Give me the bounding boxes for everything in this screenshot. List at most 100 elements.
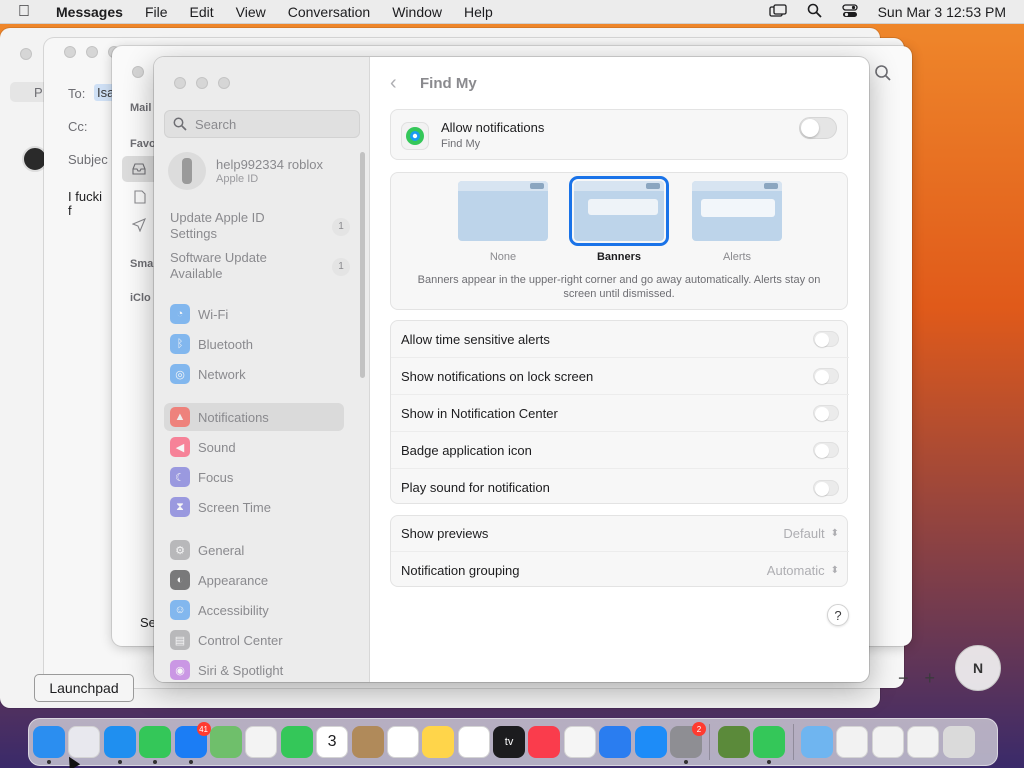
apple-menu-icon[interactable]:  [18,3,36,21]
allow-notifications-toggle[interactable] [799,117,837,139]
help-button[interactable]: ? [827,604,849,626]
sidebar-item-sound[interactable]: ◀ Sound [164,433,344,461]
clock[interactable]: Sun Mar 3 12:53 PM [878,4,1006,20]
page-title: Find My [420,74,477,92]
window-thumbnail-1-icon[interactable] [836,726,869,758]
find-my-app-icon [401,122,429,150]
sidebar-item-general[interactable]: ⚙ General [164,536,344,564]
zoom-button[interactable] [218,77,230,89]
sidebar-item-label: General [198,542,245,558]
style-option-alerts[interactable]: Alerts [692,181,782,263]
zoom-out-button[interactable]: − [898,668,909,689]
toggle-row: Show in Notification Center [391,395,849,432]
toggle-switch[interactable] [813,368,839,384]
menu-bar:  Messages File Edit View Conversation W… [0,0,1024,24]
close-button[interactable] [64,46,76,58]
zoom-in-button[interactable]: + [925,668,936,689]
close-button[interactable] [20,48,32,60]
window-thumbnail-3-icon[interactable] [907,726,940,758]
update-apple-id-notice[interactable]: Update Apple ID Settings 1 [170,210,350,242]
reminders-icon[interactable] [386,726,419,758]
finder-icon[interactable] [33,726,65,764]
toggle-switch[interactable] [813,479,839,496]
sidebar-item-label: Sound [198,439,236,455]
control-center-icon[interactable] [841,3,858,21]
sidebar-item-wi-fi[interactable]: ◔ Wi-Fi [164,300,344,328]
sidebar-item-siri-spotlight[interactable]: ◉ Siri & Spotlight [164,656,344,682]
chevron-updown-icon[interactable]: ⬍ [831,528,839,539]
menu-edit[interactable]: Edit [190,4,214,20]
toggle-row: Play sound for notification [391,469,849,506]
bluetooth-icon: ᛒ [170,334,190,354]
sidebar-item-focus[interactable]: ☾ Focus [164,463,344,491]
sidebar-item-appearance[interactable]: ◐ Appearance [164,566,344,594]
menu-file[interactable]: File [145,4,168,20]
safari-icon[interactable] [103,726,136,764]
menu-conversation[interactable]: Conversation [288,4,371,20]
select-value[interactable]: Default [783,526,824,541]
music-icon[interactable] [528,726,561,758]
photos-icon[interactable] [245,726,278,758]
downloads-folder-icon[interactable] [800,726,833,758]
sidebar-scrollbar[interactable] [360,152,365,378]
freeform-icon[interactable] [457,726,490,758]
minecraft-icon[interactable] [717,726,750,758]
chevron-updown-icon[interactable]: ⬍ [831,565,839,576]
style-option-none[interactable]: None [458,181,548,263]
menu-help[interactable]: Help [464,4,493,20]
avatar [168,152,206,190]
search-icon[interactable] [874,64,892,82]
toggle-switch[interactable] [813,405,839,421]
style-option-banners[interactable]: Banners [569,176,669,263]
software-update-notice[interactable]: Software Update Available 1 [170,250,350,282]
toggle-row-label: Badge application icon [401,442,532,458]
search-input[interactable]: Search [164,110,360,138]
app-store-icon[interactable] [634,726,667,758]
screen-mirroring-icon[interactable] [768,3,787,21]
menu-view[interactable]: View [236,4,266,20]
contacts-icon[interactable] [351,726,384,758]
minimize-button[interactable] [196,77,208,89]
system-settings-icon[interactable]: 2 [670,722,707,764]
toggle-switch[interactable] [813,442,839,458]
keynote-icon[interactable] [599,726,632,758]
sidebar-item-accessibility[interactable]: ☺ Accessibility [164,596,344,624]
select-row: Notification grouping Automatic ⬍ [391,552,849,588]
news-icon[interactable] [563,726,596,758]
account-name: help992334 roblox [216,157,323,172]
select-value[interactable]: Automatic [767,563,825,578]
minimize-button[interactable] [86,46,98,58]
sidebar-item-control-center[interactable]: ▤ Control Center [164,626,344,654]
close-button[interactable] [132,66,144,78]
sidebar-item-notifications[interactable]: ▲ Notifications [164,403,344,431]
dock-icon-label: 3 [327,733,337,750]
calendar-icon[interactable]: 3 [316,726,349,758]
sidebar-item-screen-time[interactable]: ⧗ Screen Time [164,493,344,521]
facetime-icon[interactable] [280,726,313,758]
find-my-icon[interactable] [753,726,786,764]
mail-icon[interactable]: 41 [174,722,211,764]
apple-id-account[interactable]: help992334 roblox Apple ID [168,151,323,191]
notes-icon[interactable] [422,726,455,758]
window-controls [132,66,144,78]
compass-button[interactable]: N [955,645,1001,691]
back-button[interactable]: ‹ [390,72,404,95]
tv-icon[interactable]: tv [493,726,526,758]
running-indicator [188,760,193,764]
close-button[interactable] [174,77,186,89]
messages-icon[interactable] [139,726,172,764]
maps-icon[interactable] [209,726,242,758]
menu-app-name[interactable]: Messages [56,4,123,20]
trash-icon[interactable] [942,726,975,758]
toggle-switch[interactable] [813,331,839,347]
message-body[interactable]: I fucki f [68,190,102,218]
sidebar-item-bluetooth[interactable]: ᛒ Bluetooth [164,330,344,358]
window-controls [20,48,32,60]
window-thumbnail-2-icon[interactable] [871,726,904,758]
mail-section-label: Mail [130,102,152,114]
menu-window[interactable]: Window [392,4,442,20]
spotlight-search-icon[interactable] [807,3,822,21]
sidebar-item-network[interactable]: ◎ Network [164,360,344,388]
select-row: Show previews Default ⬍ [391,516,849,552]
sidebar-item-label: Accessibility [198,602,269,618]
